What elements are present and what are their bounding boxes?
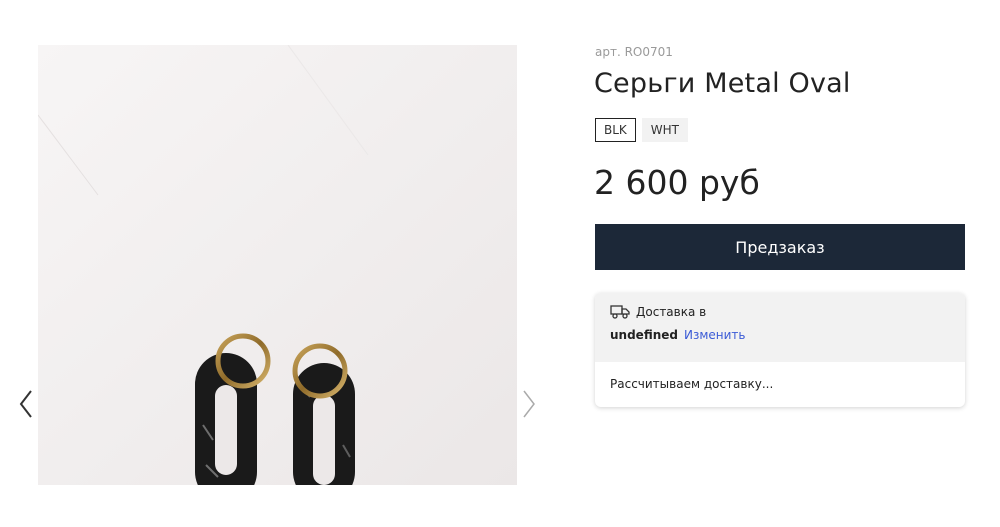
product-page: арт. RO0701 Серьги Metal Oval BLK WHT 2 … (0, 0, 1000, 527)
product-price: 2 600 руб (594, 163, 760, 202)
color-swatches: BLK WHT (595, 118, 689, 142)
swatch-wht[interactable]: WHT (641, 118, 689, 142)
product-title: Серьги Metal Oval (594, 68, 851, 99)
preorder-button[interactable]: Предзаказ (595, 224, 965, 270)
gallery-next-button[interactable] (517, 388, 541, 420)
product-image[interactable] (38, 45, 517, 485)
chevron-left-icon (19, 390, 32, 418)
delivery-status: Рассчитываем доставку... (610, 377, 774, 391)
gallery-prev-button[interactable] (14, 388, 38, 420)
delivery-city: undefined (610, 328, 678, 342)
delivery-header: Доставка в undefined Изменить (595, 293, 965, 362)
delivery-label: Доставка в (636, 305, 707, 319)
product-sku: арт. RO0701 (595, 45, 673, 59)
delivery-widget: Доставка в undefined Изменить Рассчитыва… (595, 293, 965, 407)
change-city-link[interactable]: Изменить (684, 328, 746, 342)
swatch-blk[interactable]: BLK (595, 118, 636, 142)
truck-icon (610, 305, 630, 319)
chevron-right-icon (523, 390, 535, 418)
